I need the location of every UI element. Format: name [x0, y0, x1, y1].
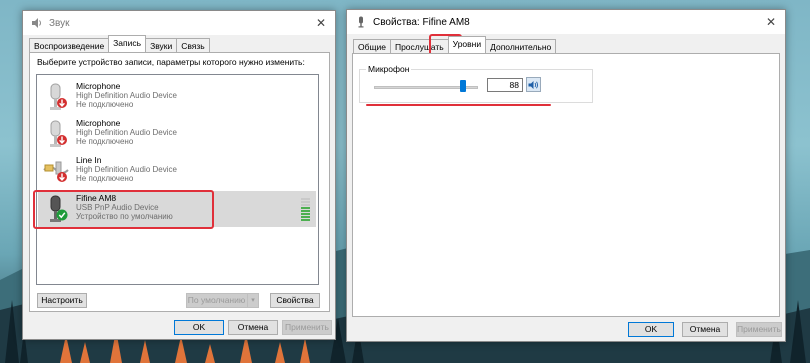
microphone-icon: [50, 83, 67, 110]
tab-advanced[interactable]: Дополнительно: [485, 39, 557, 53]
device-name: Microphone: [76, 81, 121, 91]
line-in-cable-icon: [43, 161, 69, 182]
properties-titlebar: Свойства: Fifine AM8 ✕: [347, 10, 785, 34]
slider-thumb[interactable]: [460, 80, 466, 92]
highlight-box: [33, 190, 214, 229]
device-list[interactable]: Microphone High Definition Audio Device …: [36, 74, 319, 285]
device-status: Не подключено: [76, 174, 134, 183]
device-driver: High Definition Audio Device: [76, 91, 177, 100]
instruction-text: Выберите устройство записи, параметры ко…: [37, 57, 305, 67]
tab-recording[interactable]: Запись: [108, 35, 147, 52]
close-icon[interactable]: ✕: [763, 14, 779, 30]
microphone-icon: [50, 120, 67, 147]
microphone-icon: [354, 15, 368, 29]
device-name: Microphone: [76, 118, 121, 128]
level-meter: [301, 198, 310, 221]
ok-button[interactable]: OK: [628, 322, 674, 337]
tab-communications[interactable]: Связь: [176, 38, 210, 52]
mute-toggle[interactable]: [526, 77, 541, 92]
properties-tabs: Общие Прослушать Уровни Дополнительно: [353, 36, 557, 53]
tab-sounds[interactable]: Звуки: [145, 38, 178, 52]
cancel-button[interactable]: Отмена: [682, 322, 728, 337]
properties-title: Свойства: Fifine AM8: [373, 16, 470, 28]
speaker-icon: [528, 80, 538, 89]
apply-button[interactable]: Применить: [736, 322, 782, 337]
sound-tabs: Воспроизведение Запись Звуки Связь: [29, 35, 210, 52]
device-item[interactable]: Microphone High Definition Audio Device …: [38, 116, 316, 152]
apply-button[interactable]: Применить: [282, 320, 332, 335]
set-default-label: По умолчанию: [187, 295, 246, 305]
chevron-down-icon[interactable]: ▾: [247, 294, 258, 307]
properties-dialog: Свойства: Fifine AM8 ✕ Общие Прослушать …: [346, 9, 786, 342]
device-status: Не подключено: [76, 137, 134, 146]
sound-dialog: Звук ✕ Воспроизведение Запись Звуки Связ…: [22, 10, 336, 340]
properties-button[interactable]: Свойства: [270, 293, 320, 308]
device-status: Не подключено: [76, 100, 134, 109]
microphone-group: Микрофон 88: [359, 64, 593, 103]
speaker-icon: [30, 16, 44, 30]
highlight-underline: [366, 104, 551, 106]
device-driver: High Definition Audio Device: [76, 128, 177, 137]
device-item[interactable]: Microphone High Definition Audio Device …: [38, 79, 316, 115]
close-icon[interactable]: ✕: [313, 15, 329, 31]
tab-general[interactable]: Общие: [353, 39, 391, 53]
tab-levels[interactable]: Уровни: [447, 36, 487, 53]
level-slider[interactable]: [374, 80, 478, 94]
group-label: Микрофон: [366, 64, 412, 74]
level-value-field[interactable]: 88: [487, 78, 523, 92]
sound-titlebar: Звук ✕: [23, 11, 335, 35]
tab-playback[interactable]: Воспроизведение: [29, 38, 110, 52]
device-name: Line In: [76, 155, 102, 165]
device-driver: High Definition Audio Device: [76, 165, 177, 174]
configure-button[interactable]: Настроить: [37, 293, 87, 308]
device-item[interactable]: Line In High Definition Audio Device Не …: [38, 153, 316, 189]
set-default-button[interactable]: По умолчанию ▾: [186, 293, 259, 308]
ok-button[interactable]: OK: [174, 320, 224, 335]
cancel-button[interactable]: Отмена: [228, 320, 278, 335]
levels-tab-page: Микрофон 88: [352, 53, 780, 317]
sound-title: Звук: [49, 17, 70, 29]
recording-tab-page: Выберите устройство записи, параметры ко…: [29, 52, 330, 312]
